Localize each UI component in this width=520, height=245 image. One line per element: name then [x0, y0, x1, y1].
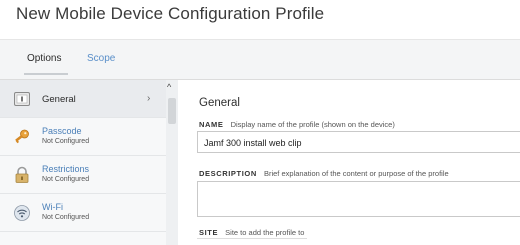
name-field-label: NAME Display name of the profile (shown …: [199, 120, 395, 129]
sidebar-scrollbar[interactable]: ^: [166, 80, 178, 245]
wifi-icon: [14, 205, 30, 221]
site-hint: Site to add the profile to: [225, 228, 305, 237]
name-hint: Display name of the profile (shown on th…: [230, 120, 395, 129]
lock-icon: [15, 166, 29, 183]
key-icon: [15, 129, 29, 144]
general-icon: [14, 92, 30, 106]
scrollbar-thumb[interactable]: [168, 98, 176, 124]
tab-bar: Options Scope: [0, 40, 520, 80]
description-label: DESCRIPTION: [199, 169, 257, 178]
page-title: New Mobile Device Configuration Profile: [16, 4, 325, 23]
sidebar-item-general[interactable]: General ›: [0, 80, 166, 118]
sidebar-item-wifi[interactable]: Wi-Fi Not Configured: [0, 194, 166, 232]
section-title: General: [199, 97, 240, 109]
payload-sidebar: General › Passcode Not Configured Restri…: [0, 80, 178, 245]
chevron-up-icon[interactable]: ^: [167, 82, 171, 92]
site-label: SITE: [199, 228, 219, 237]
payload-content: General NAME Display name of the profile…: [179, 80, 520, 245]
name-field[interactable]: Jamf 300 install web clip: [197, 131, 520, 153]
description-field[interactable]: [197, 181, 520, 217]
sidebar-item-status: Not Configured: [42, 176, 90, 183]
tab-options[interactable]: Options: [27, 53, 61, 64]
sidebar-item-status: Not Configured: [42, 138, 90, 145]
sidebar-item-label: General: [42, 94, 76, 105]
chevron-right-icon: ›: [147, 93, 151, 104]
sidebar-item-label: Passcode: [42, 126, 82, 136]
sidebar-item-passcode[interactable]: Passcode Not Configured: [0, 118, 166, 156]
description-hint: Brief explanation of the content or purp…: [263, 169, 449, 178]
name-label: NAME: [199, 120, 224, 129]
sidebar-item-status: Not Configured: [42, 214, 90, 221]
description-field-label: DESCRIPTION Brief explanation of the con…: [199, 169, 449, 178]
site-field-label: SITE Site to add the profile to: [199, 228, 304, 237]
sidebar-item-restrictions[interactable]: Restrictions Not Configured: [0, 156, 166, 194]
sidebar-item-label: Restrictions: [42, 164, 90, 174]
tab-scope[interactable]: Scope: [87, 53, 115, 64]
active-tab-indicator: [24, 73, 68, 75]
sidebar-item-label: Wi-Fi: [42, 202, 63, 212]
name-value: Jamf 300 install web clip: [204, 138, 302, 148]
page-header: New Mobile Device Configuration Profile: [0, 0, 520, 40]
site-select[interactable]: [197, 238, 307, 245]
